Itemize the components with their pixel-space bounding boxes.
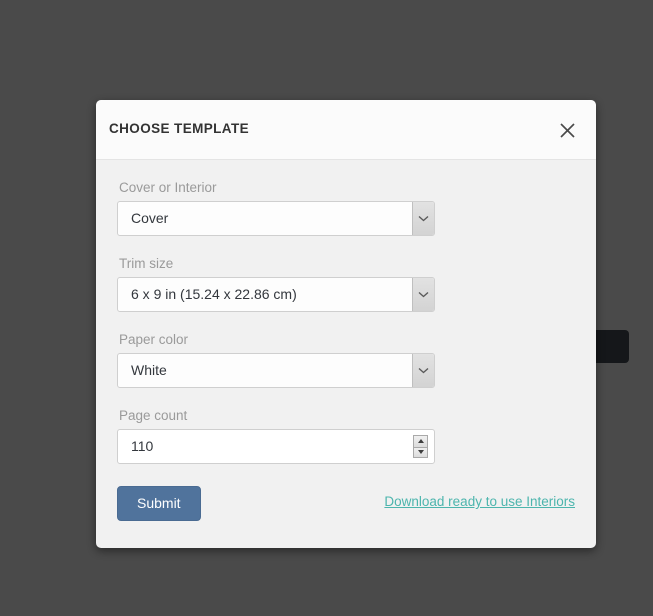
chevron-down-icon[interactable]: [412, 202, 434, 235]
quantity-stepper[interactable]: [413, 435, 428, 458]
modal-title: CHOOSE TEMPLATE: [109, 121, 250, 136]
label-page-count: Page count: [119, 408, 188, 423]
select-trim-size-value: 6 x 9 in (15.24 x 22.86 cm): [131, 286, 297, 302]
stepper-decrement-icon[interactable]: [413, 446, 428, 458]
submit-button[interactable]: Submit: [117, 486, 201, 521]
field-trim-size: Trim size 6 x 9 in (15.24 x 22.86 cm): [117, 256, 575, 312]
label-trim-size: Trim size: [119, 256, 174, 271]
chevron-down-icon[interactable]: [412, 278, 434, 311]
field-paper-color: Paper color White: [117, 332, 575, 388]
modal-header: CHOOSE TEMPLATE: [96, 100, 596, 160]
select-trim-size[interactable]: 6 x 9 in (15.24 x 22.86 cm): [117, 277, 435, 312]
select-paper-color[interactable]: White: [117, 353, 435, 388]
field-cover-or-interior: Cover or Interior Cover: [117, 180, 575, 236]
chevron-down-icon[interactable]: [412, 354, 434, 387]
select-paper-color-value: White: [131, 362, 167, 378]
choose-template-modal: CHOOSE TEMPLATE Cover or Interior Cover: [96, 100, 596, 548]
field-page-count: Page count 110: [117, 408, 575, 464]
label-paper-color: Paper color: [119, 332, 189, 347]
close-icon[interactable]: [553, 116, 581, 144]
label-cover-or-interior: Cover or Interior: [119, 180, 217, 195]
modal-body: Cover or Interior Cover Trim size 6 x 9 …: [96, 160, 596, 548]
download-interiors-link[interactable]: Download ready to use Interiors: [384, 494, 575, 509]
page-count-value: 110: [131, 438, 154, 454]
select-cover-or-interior-value: Cover: [131, 210, 169, 226]
page-count-input[interactable]: 110: [117, 429, 435, 464]
modal-footer: Submit Download ready to use Interiors: [117, 486, 575, 522]
select-cover-or-interior[interactable]: Cover: [117, 201, 435, 236]
stepper-increment-icon[interactable]: [413, 435, 428, 447]
